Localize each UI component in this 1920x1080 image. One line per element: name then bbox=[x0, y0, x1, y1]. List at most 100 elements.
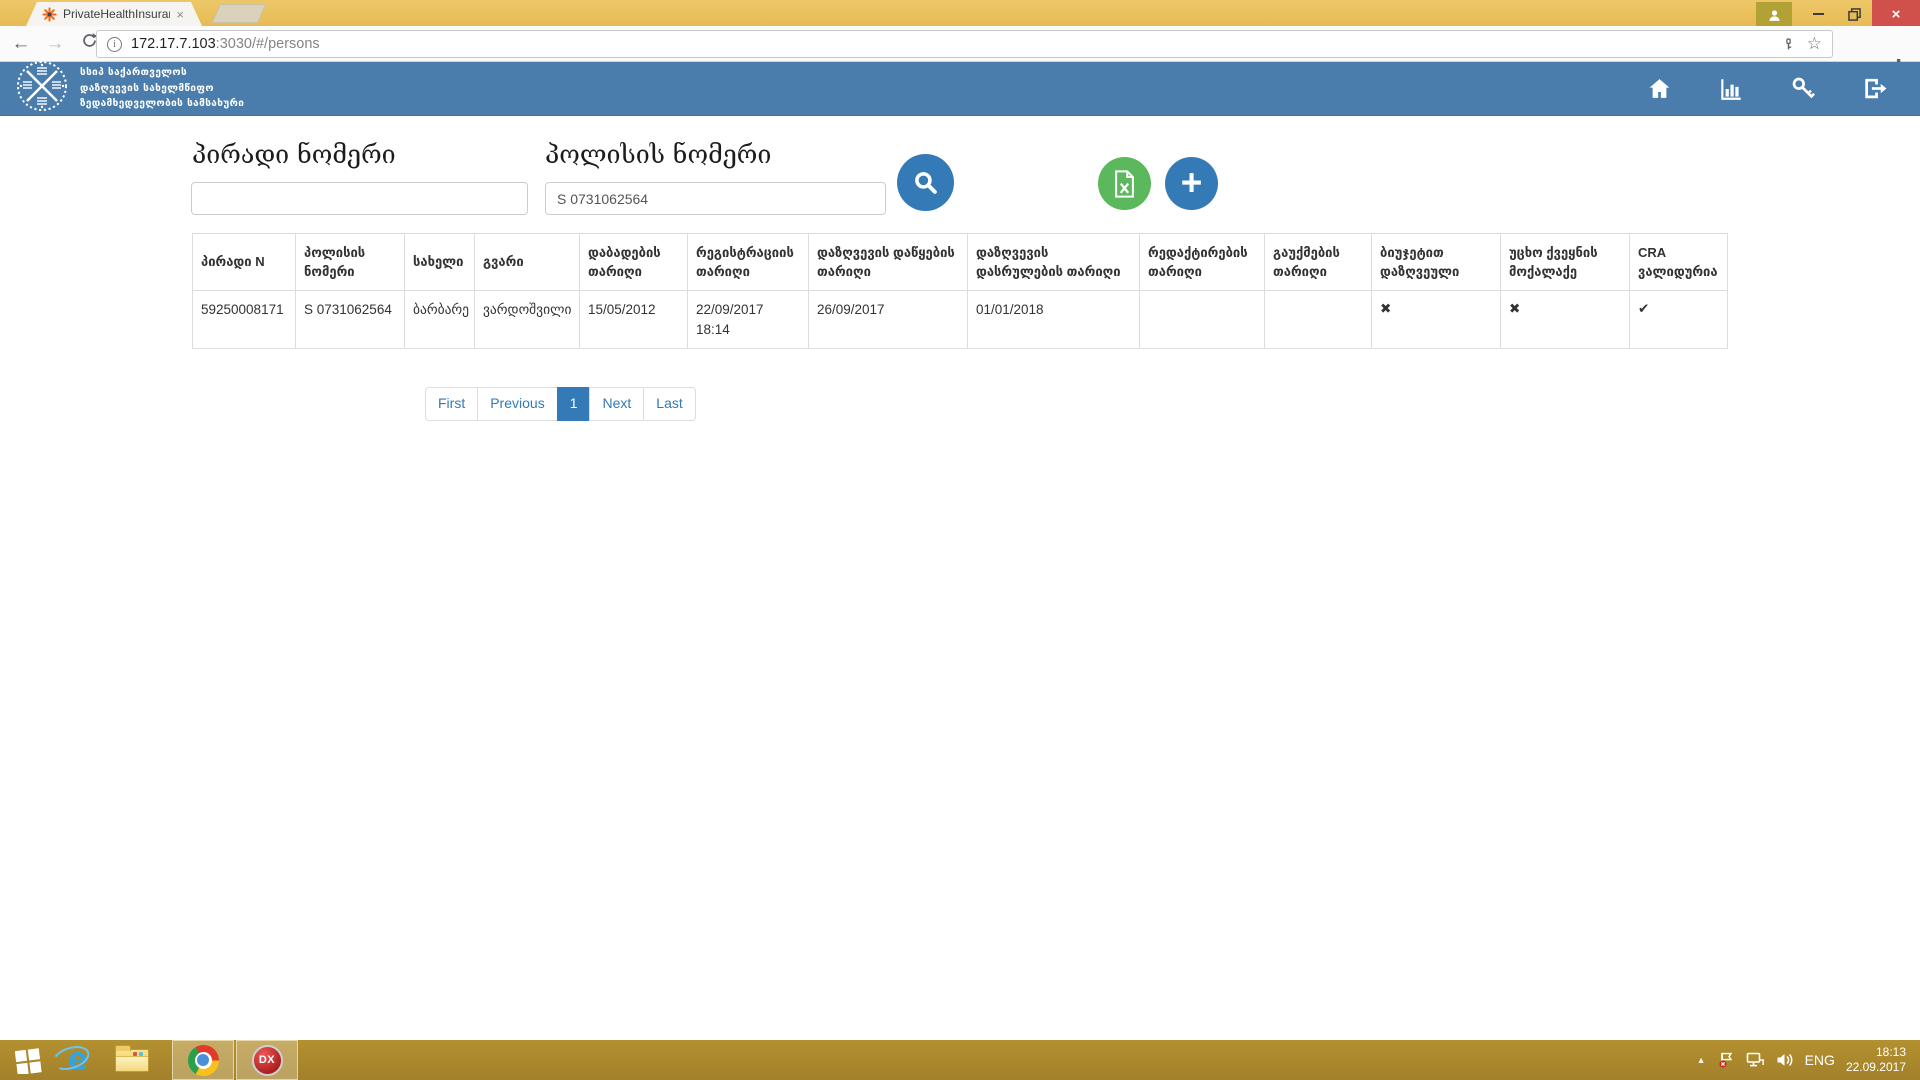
action-center-flag-icon[interactable] bbox=[1717, 1051, 1735, 1069]
cell-insurance-start-date: 26/09/2017 bbox=[809, 291, 968, 349]
browser-toolbar: ← → i 172.17.7.103:3030/#/persons ☆ ⋮ bbox=[0, 26, 1920, 62]
cell-cancel-date bbox=[1265, 291, 1372, 349]
col-insurance-end-date: დაზღვევის დასრულების თარიღი bbox=[968, 234, 1140, 291]
show-hidden-icons-button[interactable]: ▲ bbox=[1697, 1055, 1706, 1065]
persons-table: პირადი N პოლისის ნომერი სახელი გვარი დაბ… bbox=[192, 233, 1728, 349]
pagination-page-1-button[interactable]: 1 bbox=[557, 387, 591, 421]
minimize-button[interactable] bbox=[1800, 0, 1836, 28]
nav-admin-button[interactable] bbox=[1790, 76, 1816, 102]
cell-foreign-citizen-x-icon: ✖ bbox=[1501, 291, 1630, 349]
emblem-icon bbox=[16, 60, 68, 112]
restore-icon bbox=[1848, 8, 1861, 21]
url-bar[interactable]: i 172.17.7.103:3030/#/persons ☆ bbox=[96, 30, 1833, 58]
personal-number-input[interactable] bbox=[191, 182, 528, 215]
favicon-asterisk-icon bbox=[42, 7, 57, 22]
policy-number-input[interactable] bbox=[545, 182, 886, 215]
clock-time: 18:13 bbox=[1846, 1045, 1906, 1060]
org-name: სსიპ საქართველოს დაზღვევის სახელმწიფო ზე… bbox=[80, 65, 244, 112]
col-personal-n: პირადი N bbox=[193, 234, 296, 291]
search-icon bbox=[912, 169, 939, 196]
table-row[interactable]: 59250008171 S 0731062564 ბარბარე ვარდოშვ… bbox=[193, 291, 1728, 349]
clock[interactable]: 18:13 22.09.2017 bbox=[1846, 1045, 1906, 1075]
pagination-previous-button[interactable]: Previous bbox=[477, 387, 557, 421]
pagination-first-button[interactable]: First bbox=[425, 387, 478, 421]
col-insurance-start-date: დაზღვევის დაწყების თარიღი bbox=[809, 234, 968, 291]
cell-edit-date bbox=[1140, 291, 1265, 349]
reload-icon bbox=[81, 32, 98, 49]
system-tray: ▲ bbox=[1697, 1040, 1920, 1080]
col-cra-valid: CRA ვალიდურია bbox=[1630, 234, 1728, 291]
col-first-name: სახელი bbox=[405, 234, 475, 291]
col-policy-number: პოლისის ნომერი bbox=[296, 234, 405, 291]
dx-app-taskbar-button[interactable]: DX bbox=[236, 1040, 298, 1080]
restore-button[interactable] bbox=[1836, 0, 1872, 28]
tab-close-icon[interactable]: × bbox=[176, 8, 184, 21]
sign-out-icon bbox=[1863, 76, 1888, 101]
col-cancel-date: გაუქმების თარიღი bbox=[1265, 234, 1372, 291]
chrome-icon bbox=[188, 1045, 219, 1076]
search-button[interactable] bbox=[897, 154, 954, 211]
tab-title: PrivateHealthInsurancePo bbox=[63, 7, 170, 21]
network-icon[interactable] bbox=[1746, 1052, 1765, 1068]
personal-number-label: პირადი ნომერი bbox=[192, 140, 396, 169]
org-name-line2: დაზღვევის სახელმწიფო bbox=[80, 81, 244, 97]
volume-icon[interactable] bbox=[1776, 1052, 1794, 1068]
cell-policy-number: S 0731062564 bbox=[296, 291, 405, 349]
browser-profile-button[interactable] bbox=[1756, 2, 1792, 28]
cell-personal-n: 59250008171 bbox=[193, 291, 296, 349]
col-edit-date: რედაქტირების თარიღი bbox=[1140, 234, 1265, 291]
col-foreign-citizen: უცხო ქვეყნის მოქალაქე bbox=[1501, 234, 1630, 291]
cell-budget-insured-x-icon: ✖ bbox=[1372, 291, 1501, 349]
bar-chart-icon bbox=[1718, 76, 1744, 102]
window-controls: × bbox=[1756, 0, 1920, 28]
forward-button[interactable]: → bbox=[38, 33, 72, 55]
internet-explorer-button[interactable]: e bbox=[56, 1040, 100, 1080]
col-registration-date: რეგისტრაციის თარიღი bbox=[688, 234, 809, 291]
folder-icon bbox=[115, 1049, 149, 1072]
cell-cra-valid-check-icon: ✔ bbox=[1630, 291, 1728, 349]
plus-icon: + bbox=[1181, 164, 1203, 201]
export-excel-button[interactable] bbox=[1098, 157, 1151, 210]
pagination: First Previous 1 Next Last bbox=[425, 387, 696, 421]
org-name-line3: ზედამხედველობის სამსახური bbox=[80, 96, 244, 112]
persons-page: პირადი ნომერი პოლისის ნომერი + bbox=[0, 116, 1920, 1040]
pagination-next-button[interactable]: Next bbox=[589, 387, 644, 421]
taskbar: e DX ▲ bbox=[0, 1040, 1920, 1080]
file-explorer-button[interactable] bbox=[108, 1040, 156, 1080]
windows-logo-icon bbox=[15, 1047, 42, 1074]
language-indicator[interactable]: ENG bbox=[1805, 1052, 1835, 1068]
cell-birth-date: 15/05/2012 bbox=[580, 291, 688, 349]
start-button[interactable] bbox=[6, 1040, 50, 1080]
screen: PrivateHealthInsurancePo × × ← → bbox=[0, 0, 1920, 1080]
bookmark-star-icon[interactable]: ☆ bbox=[1807, 34, 1822, 54]
minimize-icon bbox=[1813, 13, 1824, 15]
person-icon bbox=[1767, 8, 1782, 23]
url-path: :3030/#/persons bbox=[216, 36, 320, 52]
back-button[interactable]: ← bbox=[4, 33, 38, 55]
url-text: 172.17.7.103:3030/#/persons bbox=[131, 36, 1773, 52]
col-last-name: გვარი bbox=[475, 234, 580, 291]
browser-tab-strip: PrivateHealthInsurancePo × × bbox=[0, 0, 1920, 26]
app-nav bbox=[1646, 76, 1920, 102]
nav-logout-button[interactable] bbox=[1862, 76, 1888, 102]
nav-reports-button[interactable] bbox=[1718, 76, 1744, 102]
add-person-button[interactable]: + bbox=[1165, 157, 1218, 210]
nav-home-button[interactable] bbox=[1646, 76, 1672, 102]
folder-file-dot-blue bbox=[139, 1052, 143, 1056]
cell-insurance-end-date: 01/01/2018 bbox=[968, 291, 1140, 349]
policy-number-label: პოლისის ნომერი bbox=[545, 140, 771, 169]
app-header: სსიპ საქართველოს დაზღვევის სახელმწიფო ზე… bbox=[0, 62, 1920, 116]
table-header-row: პირადი N პოლისის ნომერი სახელი გვარი დაბ… bbox=[193, 234, 1728, 291]
password-key-icon[interactable] bbox=[1782, 38, 1795, 51]
browser-tab[interactable]: PrivateHealthInsurancePo × bbox=[26, 2, 202, 26]
cell-first-name: ბარბარე bbox=[405, 291, 475, 349]
clock-date: 22.09.2017 bbox=[1846, 1060, 1906, 1075]
close-window-button[interactable]: × bbox=[1872, 0, 1920, 28]
cell-last-name: ვარდოშვილი bbox=[475, 291, 580, 349]
chrome-taskbar-button[interactable] bbox=[172, 1040, 234, 1080]
url-host: 172.17.7.103 bbox=[131, 36, 216, 52]
org-logo bbox=[16, 60, 68, 117]
pagination-last-button[interactable]: Last bbox=[643, 387, 695, 421]
page-info-icon[interactable]: i bbox=[107, 37, 122, 52]
new-tab-button[interactable] bbox=[212, 4, 266, 23]
